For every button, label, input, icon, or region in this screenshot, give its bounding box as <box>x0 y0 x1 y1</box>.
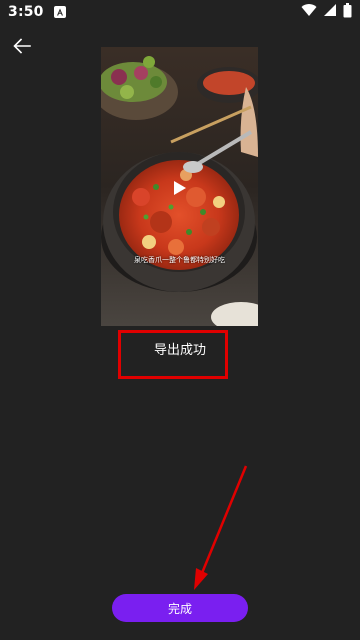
done-button[interactable]: 完成 <box>112 594 248 622</box>
wifi-icon <box>301 3 317 21</box>
status-bar: 3:50 <box>0 0 360 24</box>
battery-icon <box>343 2 352 22</box>
status-bar-left: 3:50 <box>8 4 66 20</box>
video-preview[interactable]: 泉吃香爪一整个鲁都特别好吃 <box>101 47 258 326</box>
annotation-arrow <box>194 465 248 590</box>
back-button[interactable] <box>10 34 34 58</box>
arrow-left-icon <box>13 38 31 54</box>
export-success-label: 导出成功 <box>154 343 207 358</box>
export-result-screen: 3:50 泉吃香爪一整个鲁都特别好吃 导出成功 完成 <box>0 0 360 640</box>
status-bar-right <box>301 2 352 22</box>
signal-icon <box>323 3 337 21</box>
a-letter-icon <box>53 6 66 18</box>
video-subtitle: 泉吃香爪一整个鲁都特别好吃 <box>134 256 225 264</box>
status-time: 3:50 <box>8 4 44 20</box>
play-icon[interactable] <box>173 180 187 196</box>
